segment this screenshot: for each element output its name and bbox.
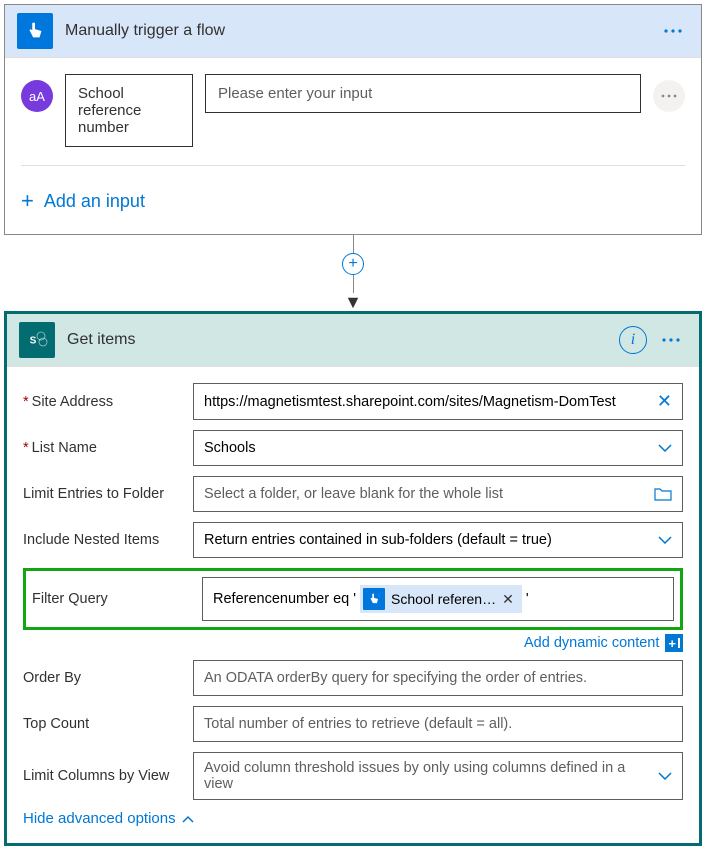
getitems-title: Get items (67, 331, 619, 349)
dynamic-content-badge-icon: + (665, 634, 683, 652)
folder-icon[interactable] (654, 487, 672, 501)
order-by-field[interactable]: An ODATA orderBy query for specifying th… (193, 660, 683, 696)
input-more-button[interactable] (653, 80, 685, 112)
input-placeholder-field[interactable]: Please enter your input (205, 74, 641, 113)
hide-advanced-label: Hide advanced options (23, 810, 176, 827)
limit-folder-field[interactable]: Select a folder, or leave blank for the … (193, 476, 683, 512)
flow-connector: + ▼ (4, 235, 702, 311)
limit-columns-field[interactable]: Avoid column threshold issues by only us… (193, 752, 683, 800)
add-dynamic-content-link[interactable]: Add dynamic content + (23, 634, 683, 652)
trigger-more-button[interactable] (657, 15, 689, 47)
list-name-field[interactable]: Schools (193, 430, 683, 466)
manual-trigger-icon (17, 13, 53, 49)
svg-text:S: S (30, 336, 37, 347)
include-nested-label: Include Nested Items (23, 532, 193, 548)
limit-columns-label: Limit Columns by View (23, 768, 193, 784)
getitems-more-button[interactable] (655, 324, 687, 356)
order-by-label: Order By (23, 670, 193, 686)
trigger-input-row: aA School reference number Please enter … (21, 74, 685, 147)
limit-folder-row: Limit Entries to Folder Select a folder,… (23, 476, 683, 512)
order-by-row: Order By An ODATA orderBy query for spec… (23, 660, 683, 696)
chevron-down-icon[interactable] (658, 536, 672, 544)
top-count-field[interactable]: Total number of entries to retrieve (def… (193, 706, 683, 742)
chevron-down-icon[interactable] (658, 444, 672, 452)
info-button[interactable]: i (619, 326, 647, 354)
remove-token-icon[interactable]: ✕ (502, 591, 514, 608)
site-address-row: Site Address https://magnetismtest.share… (23, 383, 683, 420)
top-count-row: Top Count Total number of entries to ret… (23, 706, 683, 742)
sharepoint-icon: S (19, 322, 55, 358)
filter-query-field[interactable]: Referencenumber eq ' School referen… ✕ ' (202, 577, 674, 621)
site-address-label: Site Address (23, 394, 193, 410)
chevron-down-icon[interactable] (658, 772, 672, 780)
plus-icon: + (21, 188, 34, 214)
getitems-header[interactable]: S Get items i (7, 314, 699, 366)
filter-query-row: Filter Query Referencenumber eq ' School… (32, 577, 674, 621)
filter-query-label: Filter Query (32, 591, 202, 607)
chevron-up-icon (182, 815, 194, 823)
manual-trigger-icon (363, 588, 385, 610)
filter-query-prefix: Referencenumber eq ' (213, 591, 356, 607)
add-dynamic-label: Add dynamic content (524, 635, 659, 651)
hide-advanced-options-link[interactable]: Hide advanced options (23, 810, 683, 827)
getitems-card: S Get items i Site Address https://magne… (4, 311, 702, 846)
limit-columns-row: Limit Columns by View Avoid column thres… (23, 752, 683, 800)
trigger-header[interactable]: Manually trigger a flow (5, 5, 701, 57)
site-address-value: https://magnetismtest.sharepoint.com/sit… (204, 394, 657, 410)
list-name-value: Schools (204, 440, 650, 456)
order-by-placeholder: An ODATA orderBy query for specifying th… (204, 670, 672, 686)
include-nested-field[interactable]: Return entries contained in sub-folders … (193, 522, 683, 558)
include-nested-value: Return entries contained in sub-folders … (204, 532, 650, 548)
trigger-title: Manually trigger a flow (65, 22, 657, 40)
add-step-button[interactable]: + (342, 253, 364, 275)
clear-icon[interactable]: ✕ (657, 391, 672, 412)
divider (21, 165, 685, 166)
list-name-row: List Name Schools (23, 430, 683, 466)
token-label: School referen… (391, 591, 496, 607)
add-input-label: Add an input (44, 191, 145, 212)
input-name-field[interactable]: School reference number (65, 74, 193, 147)
dynamic-content-token[interactable]: School referen… ✕ (360, 585, 522, 613)
filter-query-highlight: Filter Query Referencenumber eq ' School… (23, 568, 683, 630)
limit-folder-placeholder: Select a folder, or leave blank for the … (204, 486, 646, 502)
filter-query-suffix: ' (526, 591, 529, 607)
include-nested-row: Include Nested Items Return entries cont… (23, 522, 683, 558)
site-address-field[interactable]: https://magnetismtest.sharepoint.com/sit… (193, 383, 683, 420)
limit-columns-placeholder: Avoid column threshold issues by only us… (204, 760, 650, 792)
add-input-button[interactable]: + Add an input (21, 184, 685, 218)
top-count-placeholder: Total number of entries to retrieve (def… (204, 716, 672, 732)
limit-folder-label: Limit Entries to Folder (23, 486, 193, 502)
top-count-label: Top Count (23, 716, 193, 732)
trigger-card: Manually trigger a flow aA School refere… (4, 4, 702, 235)
list-name-label: List Name (23, 440, 193, 456)
text-input-type-icon: aA (21, 80, 53, 112)
arrow-down-icon: ▼ (344, 293, 362, 311)
